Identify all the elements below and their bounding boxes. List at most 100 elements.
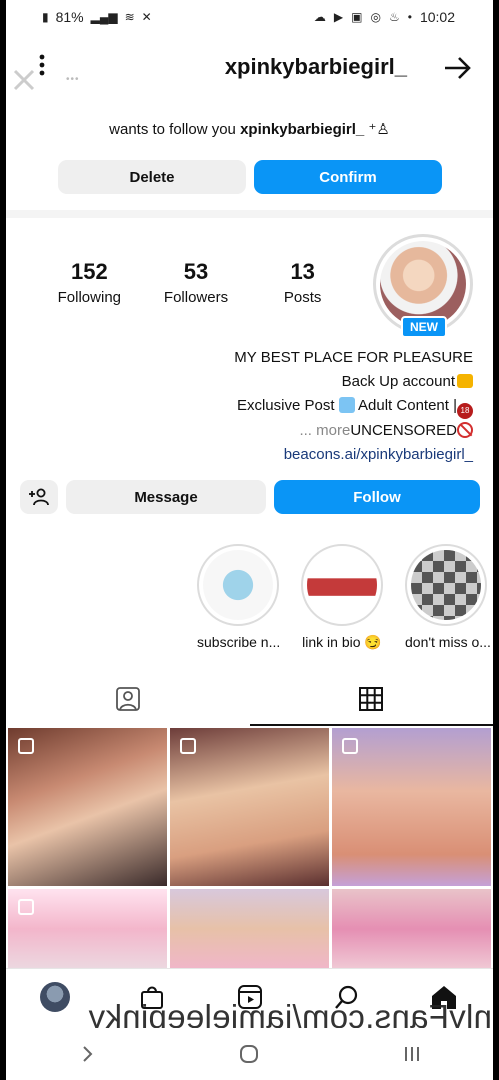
- status-right: ☁ ▶ ▣ ◎ ♨ • 10:02: [314, 9, 455, 25]
- highlight-cover: [301, 544, 383, 626]
- prohibited-icon: [457, 422, 473, 438]
- highlight-label: subscribe n...: [197, 634, 281, 650]
- nav-home[interactable]: [396, 969, 493, 1024]
- stat-followers[interactable]: 53 Followers: [143, 258, 250, 308]
- bio-line-2: Back Up account: [33, 370, 473, 394]
- status-bar: ▮ 81% ▂▄▆ ≋ ✕ ☁ ▶ ▣ ◎ ♨ • 10:02: [6, 6, 493, 30]
- follow-request-username[interactable]: xpinkybarbiegirl_: [240, 121, 364, 138]
- carousel-icon: [18, 738, 34, 754]
- following-label: Following: [57, 289, 122, 306]
- post-thumbnail[interactable]: [8, 889, 167, 969]
- dot-icon: •: [407, 10, 412, 24]
- follow-request-actions: Delete Confirm: [58, 160, 442, 194]
- confirm-button[interactable]: Confirm: [254, 160, 442, 194]
- add-person-icon: [29, 488, 49, 506]
- nav-home-button[interactable]: [168, 1028, 330, 1080]
- story-highlights: subscribe n... link in bio 😏 don't miss …: [17, 544, 491, 651]
- highlight-item[interactable]: subscribe n...: [197, 544, 281, 651]
- nav-search[interactable]: [298, 969, 395, 1024]
- bio-more-link[interactable]: ... more: [299, 422, 350, 439]
- posts-count: 13: [290, 259, 315, 284]
- highlight-item[interactable]: link in bio 😏: [301, 544, 383, 651]
- cloud-icon: ☁: [313, 10, 326, 24]
- highlight-cover: [197, 544, 279, 626]
- post-thumbnail[interactable]: [332, 728, 491, 886]
- section-divider: [6, 210, 493, 218]
- profile-actions: Message Follow: [20, 480, 480, 514]
- snapchat-icon: ♨: [388, 10, 400, 24]
- grid-icon: [359, 687, 384, 711]
- profile-avatar-icon: [39, 981, 70, 1012]
- nav-back-button[interactable]: [6, 1028, 168, 1080]
- stat-posts[interactable]: 13 Posts: [249, 258, 356, 308]
- nav-profile[interactable]: [6, 969, 103, 1024]
- profile-tabs: [6, 672, 493, 726]
- youtube-icon: ▶: [333, 10, 344, 24]
- status-left: ▮ 81% ▂▄▆ ≋ ✕: [42, 9, 152, 25]
- highlight-image: [307, 550, 377, 620]
- tagged-icon: [115, 687, 140, 711]
- close-icon[interactable]: [10, 66, 38, 94]
- nav-recents-button[interactable]: [331, 1028, 493, 1080]
- follow-request-banner: wants to follow you xpinkybarbiegirl_ ⁺♙: [6, 120, 493, 138]
- lock-icon: [457, 374, 473, 388]
- instagram-icon: ◎: [370, 10, 381, 24]
- header-username: xpinkybarbiegirl_: [224, 54, 407, 79]
- followers-count: 53: [183, 259, 209, 284]
- profile-stats: 152 Following 53 Followers 13 Posts: [36, 258, 356, 308]
- chevron-icon: [83, 1046, 93, 1062]
- battery-level: 81%: [55, 9, 84, 25]
- bio-website-link[interactable]: beacons.ai/xpinkybarbiegirl_: [33, 443, 473, 467]
- bio-line-2-text: Back Up account: [341, 373, 455, 390]
- highlight-image: [411, 550, 481, 620]
- follow-request-text: wants to follow you: [109, 121, 236, 138]
- followers-label: Followers: [163, 289, 229, 306]
- avatar-image: [380, 241, 466, 327]
- bio-line-3-adult: Adult Content |: [358, 397, 457, 414]
- back-arrow-icon[interactable]: [441, 52, 473, 84]
- post-thumbnail[interactable]: [332, 889, 491, 969]
- home-icon: [432, 985, 457, 1009]
- post-thumbnail[interactable]: [170, 889, 329, 969]
- suggested-users-button[interactable]: [20, 480, 58, 514]
- reels-icon: [237, 984, 262, 1009]
- post-thumbnail[interactable]: [8, 728, 167, 886]
- nav-reels[interactable]: [201, 969, 298, 1024]
- new-badge: NEW: [401, 316, 447, 338]
- gallery-icon: ▣: [351, 10, 363, 24]
- carousel-icon: [180, 738, 196, 754]
- tab-tagged[interactable]: [6, 672, 250, 726]
- message-button[interactable]: Message: [66, 480, 266, 514]
- bio-line-1: MY BEST PLACE FOR PLEASURE: [234, 349, 473, 366]
- droplets-icon: [338, 397, 355, 413]
- battery-icon: ▮: [42, 10, 49, 24]
- post-thumbnail[interactable]: [170, 728, 329, 886]
- signal-icon: ▂▄▆: [90, 10, 118, 24]
- stat-following[interactable]: 152 Following: [36, 258, 143, 308]
- carousel-icon: [342, 738, 358, 754]
- profile-header: ••• xpinkybarbiegirl_: [6, 44, 493, 92]
- delete-button[interactable]: Delete: [58, 160, 246, 194]
- more-options-icon[interactable]: [38, 52, 46, 80]
- instagram-profile-screen: ▮ 81% ▂▄▆ ≋ ✕ ☁ ▶ ▣ ◎ ♨ • 10:02 ••• xpin…: [6, 0, 493, 1080]
- person-add-icon: ⁺♙: [368, 121, 390, 138]
- wifi-icon: ≋: [124, 10, 135, 24]
- following-count: 152: [70, 259, 108, 284]
- home-circle-icon: [240, 1045, 259, 1063]
- carousel-icon: [18, 899, 34, 915]
- shop-icon: [141, 986, 164, 1009]
- highlight-item[interactable]: don't miss o...: [405, 544, 491, 651]
- mute-icon: ✕: [141, 10, 152, 24]
- eighteen-plus-icon: 18: [457, 403, 473, 419]
- search-icon: [335, 985, 358, 1009]
- tab-grid[interactable]: [249, 672, 494, 726]
- bottom-navigation: [6, 968, 493, 1024]
- bio-line-3: Exclusive Post Adult Content | 18: [33, 394, 473, 419]
- nav-shop[interactable]: [103, 969, 200, 1024]
- clock: 10:02: [419, 9, 455, 25]
- highlight-label: link in bio 😏: [302, 634, 382, 650]
- post-grid: [8, 728, 491, 969]
- system-navigation: [6, 1028, 493, 1080]
- follow-button[interactable]: Follow: [274, 480, 480, 514]
- highlight-image: [203, 550, 273, 620]
